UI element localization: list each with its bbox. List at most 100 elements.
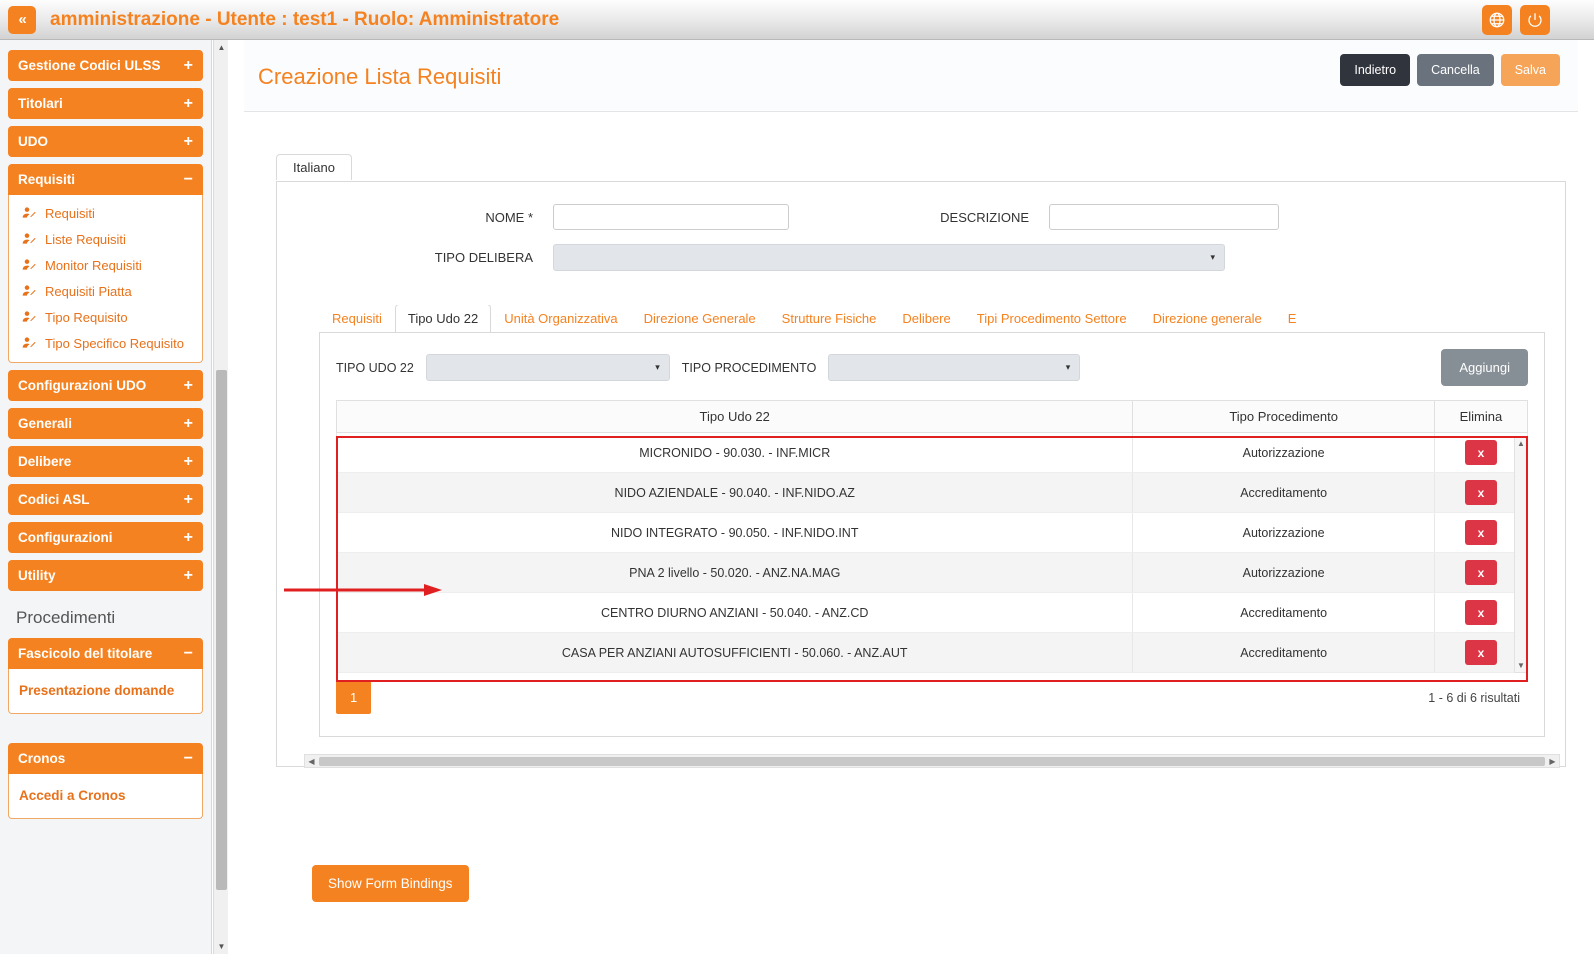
user-edit-icon [21,309,37,325]
plus-icon: + [183,94,193,112]
sidebar-item-udo[interactable]: UDO + [8,126,203,157]
sidebar-subitem-label: Requisiti Piatta [45,283,132,299]
descrizione-input[interactable] [1049,204,1279,230]
sidebar-item-requisiti-piatta[interactable]: Requisiti Piatta [9,278,202,304]
tab-delibere[interactable]: Delibere [889,305,963,332]
table-header-row: Tipo Udo 22 Tipo Procedimento Elimina [335,400,1529,433]
tab-italiano[interactable]: Italiano [276,154,352,180]
scrollbar-thumb[interactable] [319,756,1545,766]
cell-tipo-procedimento: Accreditamento [1132,632,1435,673]
sidebar-item-generali[interactable]: Generali + [8,408,203,439]
table-row[interactable]: MICRONIDO - 90.030. - INF.MICR Autorizza… [335,432,1529,473]
sidebar-item-fascicolo-del-titolare[interactable]: Fascicolo del titolare − [8,638,203,669]
scroll-up-icon[interactable]: ▲ [214,40,229,55]
plus-icon: + [183,566,193,584]
cell-tipo-procedimento: Autorizzazione [1132,552,1435,593]
delete-row-button[interactable]: x [1464,560,1497,585]
tab-strutture-fisiche[interactable]: Strutture Fisiche [769,305,890,332]
sidebar-item-configurazioni[interactable]: Configurazioni + [8,522,203,553]
tab-tipi-procedimento-settore[interactable]: Tipi Procedimento Settore [964,305,1140,332]
sidebar: Gestione Codici ULSS + Titolari + UDO + … [0,40,212,954]
add-button[interactable]: Aggiungi [1441,349,1528,386]
scroll-right-icon[interactable]: ▶ [1546,757,1559,766]
delete-row-button[interactable]: x [1464,600,1497,625]
tipo-procedimento-select[interactable]: ▾ [828,354,1081,381]
sidebar-item-requisiti[interactable]: Requisiti − [8,164,203,195]
page-number-1[interactable]: 1 [336,681,372,714]
scroll-down-icon[interactable]: ▼ [1517,661,1525,672]
table-row[interactable]: CENTRO DIURNO ANZIANI - 50.040. - ANZ.CD… [335,592,1529,633]
user-edit-icon [21,205,37,221]
sidebar-group-generali: Generali + [8,408,203,439]
tab-unita-organizzativa[interactable]: Unità Organizzativa [491,305,630,332]
tab-direzione-generale-2[interactable]: Direzione generale [1140,305,1275,332]
cell-tipo-udo: CENTRO DIURNO ANZIANI - 50.040. - ANZ.CD [335,592,1134,633]
sidebar-item-liste-requisiti[interactable]: Liste Requisiti [9,226,202,252]
cell-tipo-udo: MICRONIDO - 90.030. - INF.MICR [335,432,1134,473]
sidebar-group-label: Generali [18,416,73,431]
sidebar-item-gestione-codici-ulss[interactable]: Gestione Codici ULSS + [8,50,203,81]
sidebar-subitem-label: Tipo Specifico Requisito [45,335,184,351]
chevron-down-icon: ▾ [655,362,660,372]
power-icon[interactable] [1520,4,1550,35]
sidebar-item-configurazioni-udo[interactable]: Configurazioni UDO + [8,370,203,401]
tab-panel-tipo-udo-22: TIPO UDO 22 ▾ TIPO PROCEDIMENTO ▾ Aggiun… [304,333,1560,768]
tipo-delibera-select[interactable]: ▾ [553,244,1225,271]
sidebar-item-cronos[interactable]: Cronos − [8,743,203,774]
table-header: Tipo Udo 22 Tipo Procedimento Elimina [335,400,1529,433]
table-row[interactable]: NIDO INTEGRATO - 90.050. - INF.NIDO.INT … [335,512,1529,553]
sidebar-group-label: Titolari [18,96,63,111]
results-info: 1 - 6 di 6 risultati [1428,690,1520,705]
nome-input[interactable] [553,204,789,230]
sidebar-group-cronos: Cronos − Accedi a Cronos [8,743,203,819]
sidebar-item-accedi-a-cronos[interactable]: Accedi a Cronos [9,779,202,812]
show-form-bindings-button[interactable]: Show Form Bindings [312,865,469,902]
globe-icon[interactable] [1482,4,1512,35]
tab-requisiti[interactable]: Requisiti [319,305,395,332]
sidebar-subitem-label: Liste Requisiti [45,231,126,247]
delete-row-button[interactable]: x [1464,520,1497,545]
form-row-tipo-delibera: TIPO DELIBERA ▾ [297,244,1545,271]
tab-truncated[interactable]: E [1275,305,1310,332]
tab-tipo-udo-22[interactable]: Tipo Udo 22 [394,305,492,332]
sidebar-item-utility[interactable]: Utility + [8,560,203,591]
table-row[interactable]: NIDO AZIENDALE - 90.040. - INF.NIDO.AZ A… [335,472,1529,513]
plus-icon: + [183,132,193,150]
cell-tipo-procedimento: Accreditamento [1132,472,1435,513]
scroll-left-icon[interactable]: ◀ [305,757,318,766]
header-actions [1482,4,1594,35]
sidebar-group-requisiti: Requisiti − Requisiti Liste Requisiti Mo… [8,164,203,363]
page-header: Creazione Lista Requisiti Indietro Cance… [244,40,1578,112]
sidebar-item-requisiti-child[interactable]: Requisiti [9,200,202,226]
scroll-up-icon[interactable]: ▲ [1517,437,1525,448]
sidebar-item-monitor-requisiti[interactable]: Monitor Requisiti [9,252,202,278]
tipo-udo-table: Tipo Udo 22 Tipo Procedimento Elimina MI… [335,400,1529,673]
sidebar-item-tipo-requisito[interactable]: Tipo Requisito [9,304,202,330]
back-button[interactable]: Indietro [1340,54,1411,86]
sidebar-item-tipo-specifico-requisito[interactable]: Tipo Specifico Requisito [9,330,202,356]
save-button[interactable]: Salva [1500,54,1560,86]
tipo-delibera-label: TIPO DELIBERA [434,250,533,265]
scrollbar-thumb[interactable] [216,370,227,890]
tab-direzione-generale[interactable]: Direzione Generale [631,305,769,332]
sidebar-group-label: Delibere [18,454,72,469]
sidebar-scrollbar[interactable]: ▲ ▼ [213,40,228,954]
delete-row-button[interactable]: x [1464,480,1497,505]
delete-row-button[interactable]: x [1464,640,1497,665]
scroll-down-icon[interactable]: ▼ [214,939,229,954]
table-row[interactable]: PNA 2 livello - 50.020. - ANZ.NA.MAG Aut… [335,552,1529,593]
sidebar-item-titolari[interactable]: Titolari + [8,88,203,119]
double-chevron-left-icon[interactable]: « [8,5,36,34]
horizontal-scrollbar[interactable]: ◀ ▶ [304,754,1560,768]
sidebar-item-codici-asl[interactable]: Codici ASL + [8,484,203,515]
user-edit-icon [21,257,37,273]
cancel-button[interactable]: Cancella [1417,54,1494,86]
delete-row-button[interactable]: x [1464,440,1497,465]
sidebar-item-presentazione-domande[interactable]: Presentazione domande [9,674,202,707]
user-edit-icon [21,231,37,247]
tipo-udo-select[interactable]: ▾ [425,354,670,381]
table-vertical-scrollbar[interactable]: ▲ ▼ [1514,436,1528,673]
table-row[interactable]: CASA PER ANZIANI AUTOSUFFICIENTI - 50.06… [335,632,1529,673]
cell-tipo-udo: NIDO AZIENDALE - 90.040. - INF.NIDO.AZ [335,472,1134,513]
sidebar-item-delibere[interactable]: Delibere + [8,446,203,477]
